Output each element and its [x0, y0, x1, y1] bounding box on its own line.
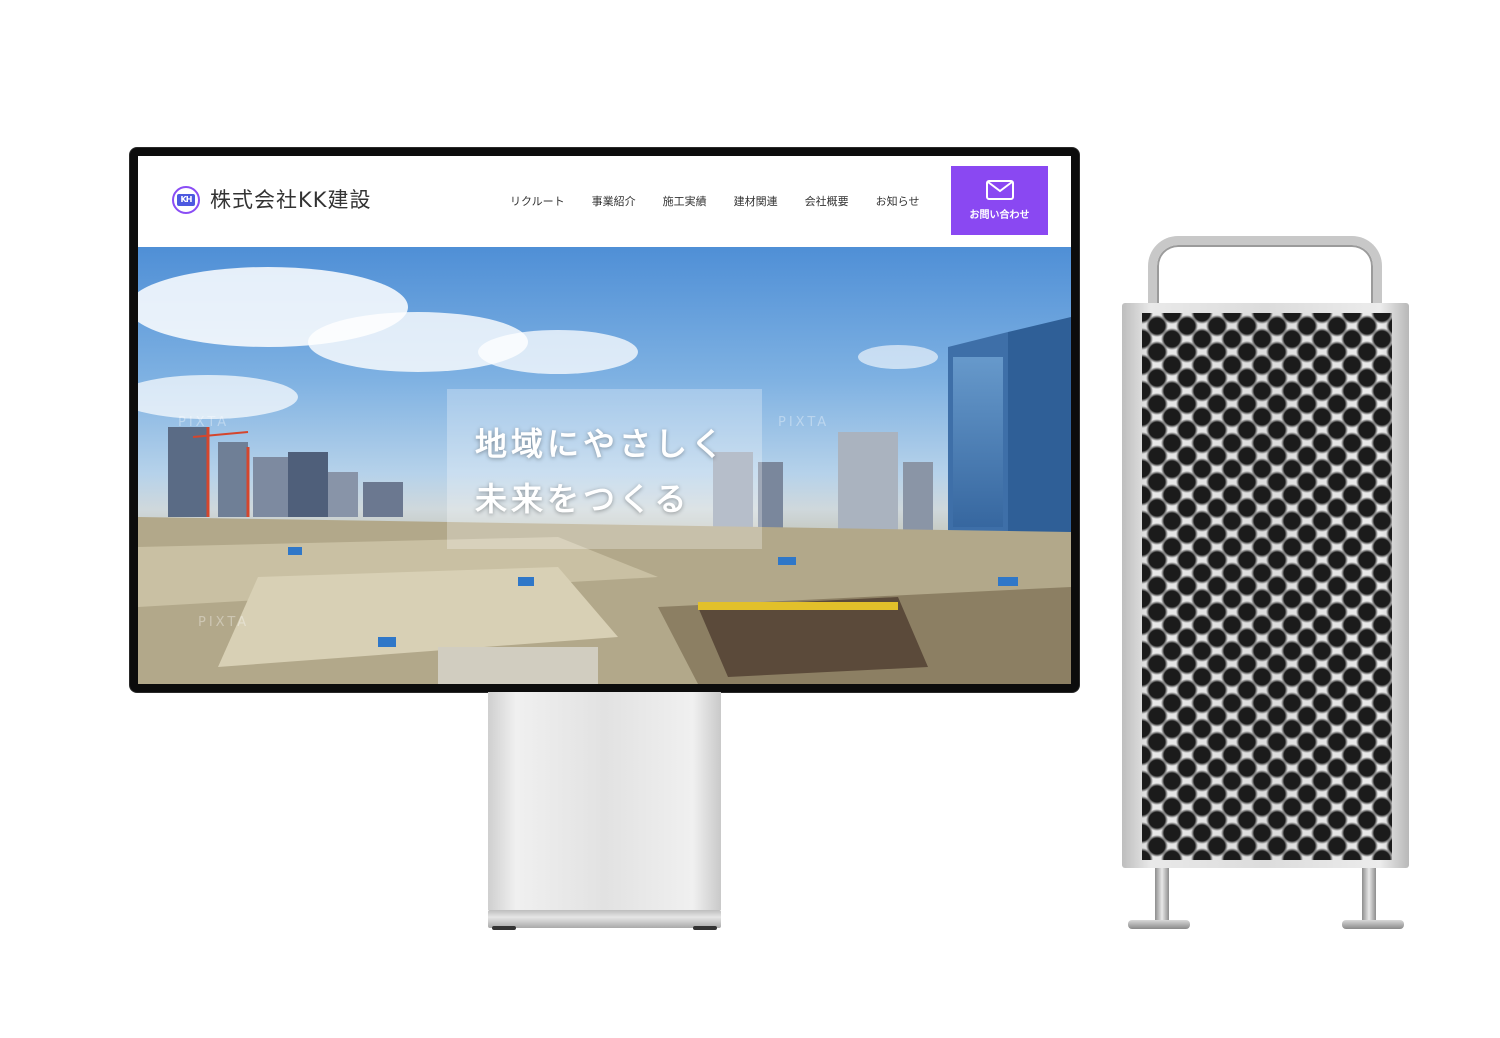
- tower-foot: [1128, 920, 1190, 929]
- nav-item-recruit[interactable]: リクルート: [510, 193, 565, 209]
- site-header: KH 株式会社KK建設 リクルート 事業紹介 施工実績 建材関連 会社概要 お知…: [138, 156, 1071, 247]
- tower-leg: [1362, 868, 1376, 922]
- monitor-stand-base: [488, 910, 721, 928]
- browser-screen: KH 株式会社KK建設 リクルート 事業紹介 施工実績 建材関連 会社概要 お知…: [138, 156, 1071, 684]
- hero-caption-box: [447, 389, 762, 549]
- watermark-text: PIXTA: [198, 615, 250, 630]
- stand-foot-pad: [693, 926, 717, 930]
- nav-item-works[interactable]: 施工実績: [663, 193, 707, 209]
- logo-mark-text: KH: [177, 194, 195, 206]
- company-logo-icon[interactable]: KH: [172, 186, 200, 214]
- watermark-text: PIXTA: [178, 415, 230, 430]
- company-name[interactable]: 株式会社KK建設: [210, 184, 372, 214]
- nav-item-business[interactable]: 事業紹介: [592, 193, 636, 209]
- hero-headline-line1: 地域にやさしく: [475, 425, 728, 463]
- contact-button[interactable]: お問い合わせ: [951, 166, 1048, 235]
- tower-foot: [1342, 920, 1404, 929]
- monitor-stand: [488, 692, 721, 910]
- watermark-text: PIXTA: [778, 415, 830, 430]
- display-monitor: KH 株式会社KK建設 リクルート 事業紹介 施工実績 建材関連 会社概要 お知…: [130, 148, 1079, 692]
- main-nav: リクルート 事業紹介 施工実績 建材関連 会社概要 お知らせ: [510, 193, 946, 209]
- nav-item-materials[interactable]: 建材関連: [734, 193, 778, 209]
- nav-item-news[interactable]: お知らせ: [876, 193, 920, 209]
- contact-button-label: お問い合わせ: [969, 210, 1030, 221]
- tower-leg: [1155, 868, 1169, 922]
- hero-headline-line2: 未来をつくる: [475, 480, 691, 518]
- nav-item-company[interactable]: 会社概要: [805, 193, 849, 209]
- mail-icon: [985, 180, 1014, 200]
- stand-foot-pad: [492, 926, 516, 930]
- hero-image: PIXTA PIXTA PIXTA 地域にやさしく 未来をつくる: [138, 247, 1071, 684]
- tower-grille: [1142, 313, 1392, 860]
